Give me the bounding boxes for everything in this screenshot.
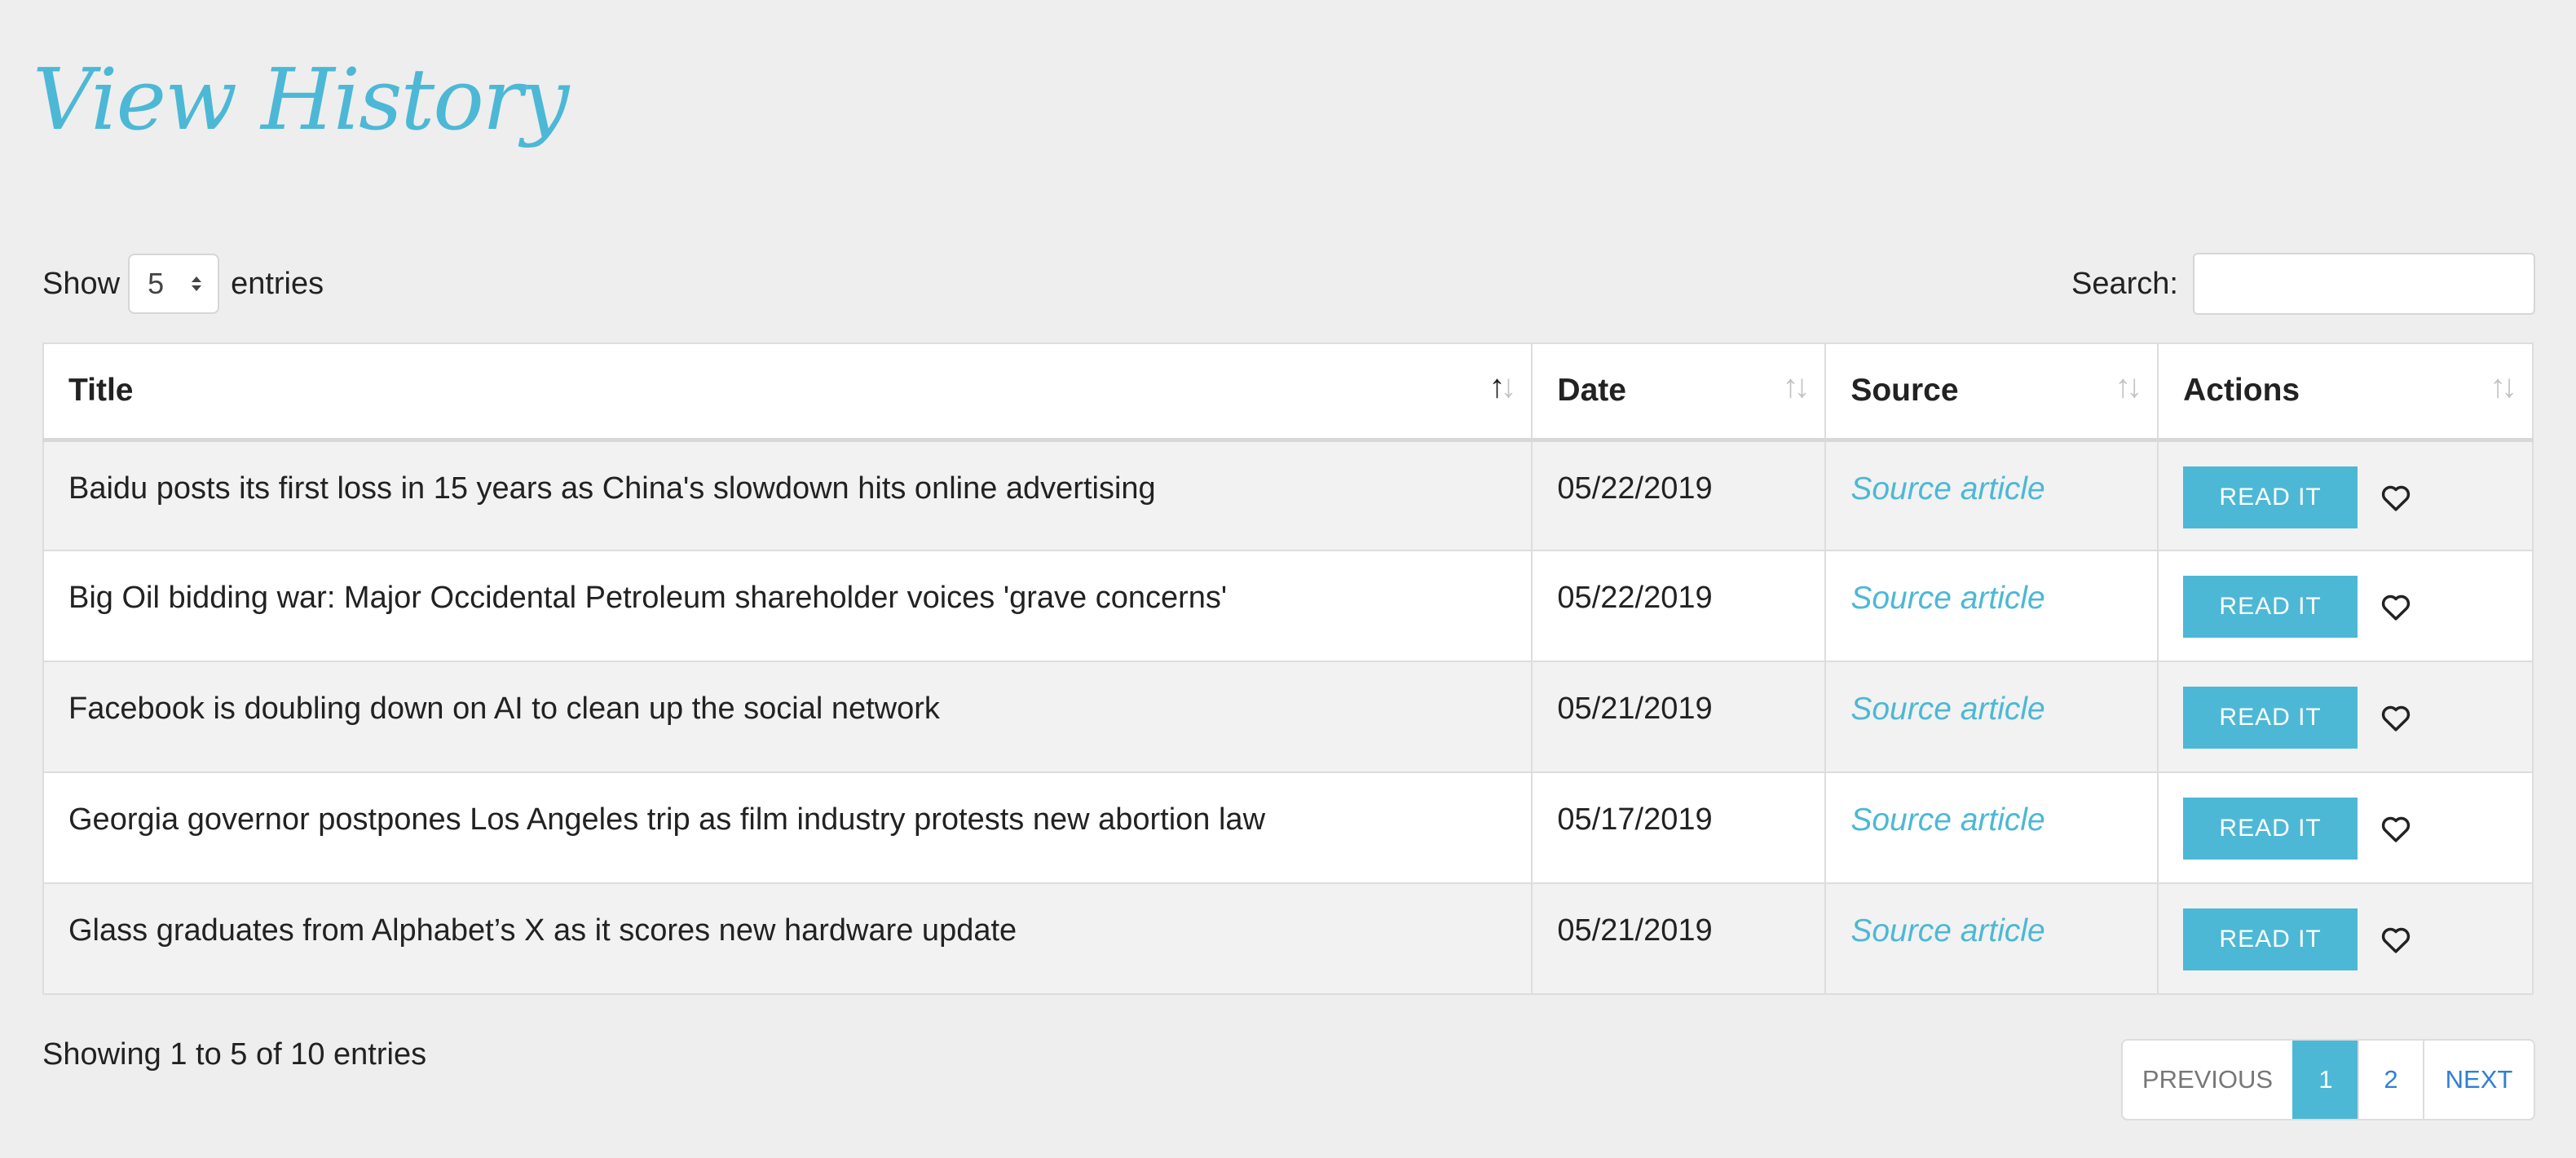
source-article-link[interactable]: Source article bbox=[1850, 692, 2044, 727]
table-row: Glass graduates from Alphabet’s X as it … bbox=[42, 882, 2534, 995]
table-info: Showing 1 to 5 of 10 entries bbox=[42, 1037, 427, 1072]
table-row: Facebook is doubling down on AI to clean… bbox=[42, 661, 2534, 773]
select-arrows-icon bbox=[192, 276, 202, 291]
read-it-button[interactable]: READ IT bbox=[2183, 576, 2358, 638]
search-control: Search: bbox=[2071, 253, 2535, 315]
table-row: Baidu posts its first loss in 15 years a… bbox=[42, 439, 2534, 551]
column-header-date[interactable]: Date ↑↓ bbox=[1531, 343, 1827, 442]
previous-page-button[interactable]: PREVIOUS bbox=[2123, 1041, 2292, 1119]
sort-icon: ↑↓ bbox=[2490, 369, 2517, 405]
source-article-link[interactable]: Source article bbox=[1850, 471, 2044, 506]
search-input[interactable] bbox=[2193, 253, 2535, 315]
search-label: Search: bbox=[2071, 266, 2178, 301]
heart-icon[interactable] bbox=[2379, 811, 2413, 846]
read-it-button[interactable]: READ IT bbox=[2183, 798, 2358, 860]
read-it-button[interactable]: READ IT bbox=[2183, 687, 2358, 749]
sort-icon: ↑↓ bbox=[1489, 369, 1516, 405]
table-header-row: Title ↑↓ Date ↑↓ Source ↑↓ Actions ↑↓ bbox=[42, 343, 2534, 442]
page-2-button[interactable]: 2 bbox=[2358, 1041, 2423, 1119]
heart-icon[interactable] bbox=[2379, 701, 2413, 735]
row-title: Big Oil bidding war: Major Occidental Pe… bbox=[42, 550, 1533, 662]
heart-icon[interactable] bbox=[2379, 590, 2413, 624]
page-title: View History bbox=[33, 50, 569, 149]
row-date: 05/21/2019 bbox=[1531, 661, 1827, 773]
read-it-button[interactable]: READ IT bbox=[2183, 466, 2358, 528]
source-article-link[interactable]: Source article bbox=[1850, 802, 2044, 838]
heart-icon[interactable] bbox=[2379, 922, 2413, 957]
source-article-link[interactable]: Source article bbox=[1850, 581, 2044, 616]
entries-select-value: 5 bbox=[148, 267, 165, 300]
sort-icon: ↑↓ bbox=[2115, 369, 2142, 405]
history-table: Title ↑↓ Date ↑↓ Source ↑↓ Actions ↑↓ Ba… bbox=[42, 343, 2534, 995]
page-1-button[interactable]: 1 bbox=[2292, 1041, 2358, 1119]
entries-length-control: Show 5 entries bbox=[42, 253, 324, 315]
row-title: Glass graduates from Alphabet’s X as it … bbox=[42, 882, 1533, 995]
show-label: Show bbox=[42, 266, 121, 301]
column-header-source[interactable]: Source ↑↓ bbox=[1824, 343, 2159, 442]
column-header-actions[interactable]: Actions ↑↓ bbox=[2157, 343, 2534, 442]
table-row: Big Oil bidding war: Major Occidental Pe… bbox=[42, 550, 2534, 662]
row-date: 05/17/2019 bbox=[1531, 771, 1827, 884]
read-it-button[interactable]: READ IT bbox=[2183, 908, 2358, 970]
column-header-title[interactable]: Title ↑↓ bbox=[42, 343, 1533, 442]
pagination: PREVIOUS 1 2 NEXT bbox=[2121, 1039, 2535, 1120]
row-title: Baidu posts its first loss in 15 years a… bbox=[42, 439, 1533, 551]
source-article-link[interactable]: Source article bbox=[1850, 913, 2044, 948]
entries-select[interactable]: 5 bbox=[128, 254, 220, 314]
row-date: 05/21/2019 bbox=[1531, 882, 1827, 995]
row-date: 05/22/2019 bbox=[1531, 439, 1827, 551]
table-row: Georgia governor postpones Los Angeles t… bbox=[42, 771, 2534, 884]
row-title: Georgia governor postpones Los Angeles t… bbox=[42, 771, 1533, 884]
row-date: 05/22/2019 bbox=[1531, 550, 1827, 662]
row-title: Facebook is doubling down on AI to clean… bbox=[42, 661, 1533, 773]
sort-icon: ↑↓ bbox=[1782, 369, 1810, 405]
next-page-button[interactable]: NEXT bbox=[2423, 1041, 2534, 1119]
entries-label: entries bbox=[231, 266, 324, 301]
heart-icon[interactable] bbox=[2379, 480, 2413, 515]
